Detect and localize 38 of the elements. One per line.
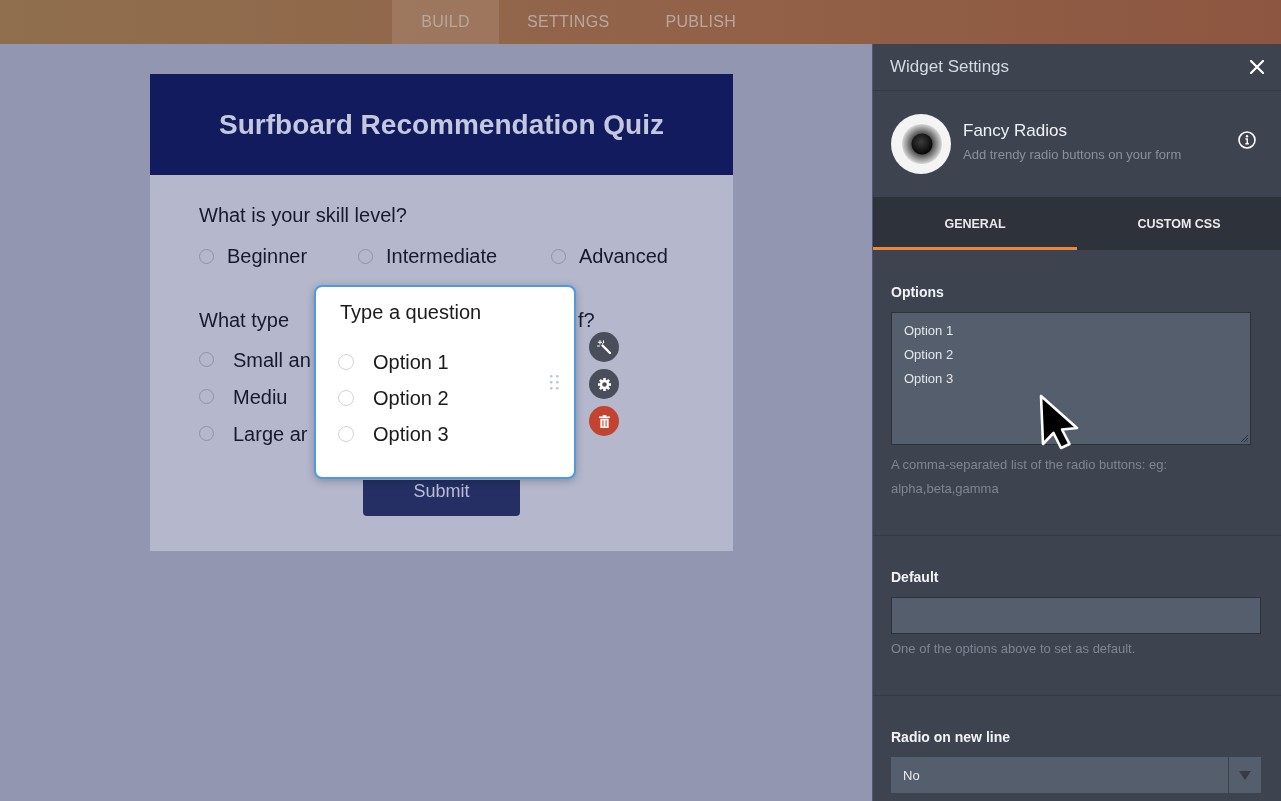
widget-name: Fancy Radios <box>963 119 1068 142</box>
magic-wand-icon <box>597 340 611 354</box>
option-label: Mediu <box>233 384 288 409</box>
option-label: Option 2 <box>373 386 449 410</box>
option-label: Option 3 <box>373 422 449 446</box>
question-label: What type <box>199 308 290 332</box>
question-label: Type a question <box>340 300 482 324</box>
close-icon <box>1250 60 1264 74</box>
option-label: Option 1 <box>373 350 449 374</box>
form-title: Surfboard Recommendation Quiz <box>219 108 664 141</box>
panel-title: Widget Settings <box>890 57 1010 77</box>
option-label: Beginner <box>227 244 308 268</box>
mouse-pointer-icon <box>1039 394 1079 450</box>
resize-grip-icon[interactable] <box>1241 435 1248 442</box>
field-label: Options <box>891 283 945 301</box>
input-field[interactable] <box>891 597 1261 634</box>
option-label: Small an <box>233 347 311 372</box>
option-label: Large ar <box>233 421 308 446</box>
question-label: What is your skill level? <box>199 203 407 227</box>
panel-tab[interactable]: CUSTOM CSS <box>1077 197 1281 250</box>
help-text: One of the options above to set as default. <box>891 640 1137 658</box>
radio-button-icon <box>891 114 951 174</box>
caret-icon <box>1239 770 1251 780</box>
question-label: f? <box>578 308 595 332</box>
trash-icon <box>598 414 610 428</box>
option-label: Intermediate <box>386 244 498 268</box>
info-icon[interactable] <box>1238 131 1256 149</box>
drag-handle-icon[interactable] <box>550 375 559 390</box>
field-label: Default <box>891 568 940 586</box>
submit-button[interactable]: Submit <box>363 480 520 516</box>
help-text: A comma-separated list of the radio buttons: eg: alpha,beta,gamma <box>891 456 1169 498</box>
select-dropdown[interactable]: No <box>891 757 1261 793</box>
panel-tab[interactable]: GENERAL <box>873 197 1077 250</box>
close-button[interactable] <box>1250 60 1264 74</box>
widget-description: Add trendy radio buttons on your form <box>963 145 1183 164</box>
field-label: Radio on new line <box>891 728 1011 746</box>
option-label: Advanced <box>579 244 668 268</box>
gear-icon <box>597 377 611 391</box>
